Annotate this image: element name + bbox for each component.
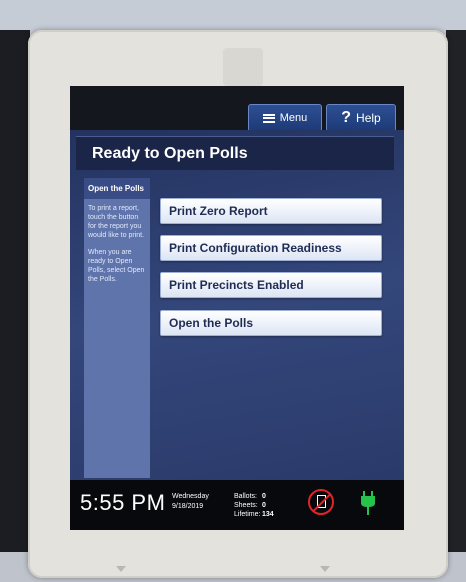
- lifetime-counter: Lifetime: 134: [234, 511, 274, 518]
- device-casing-left: [0, 30, 30, 582]
- instruction-panel: Open the Polls To print a report, touch …: [84, 178, 150, 478]
- top-bar: Menu ? Help: [70, 86, 404, 132]
- device-casing-right: [446, 30, 466, 582]
- date-display: Wednesday 9/18/2019: [172, 492, 209, 512]
- day-label: Wednesday: [172, 493, 209, 500]
- print-configuration-readiness-button[interactable]: Print Configuration Readiness: [160, 235, 382, 261]
- question-mark-icon: ?: [341, 109, 352, 126]
- sheets-counter: Sheets: 0: [234, 502, 266, 509]
- instruction-text: To print a report, touch the button for …: [88, 205, 145, 239]
- menu-label: Menu: [279, 112, 308, 124]
- plug-icon: [361, 491, 375, 515]
- print-precincts-enabled-button[interactable]: Print Precincts Enabled: [160, 272, 382, 298]
- page-title: Ready to Open Polls: [76, 136, 394, 170]
- bezel-marker: [116, 566, 126, 572]
- instruction-text: When you are ready to Open Polls, select…: [88, 249, 145, 283]
- no-paper-icon: [308, 489, 334, 515]
- help-button[interactable]: ? Help: [326, 104, 396, 132]
- status-bar: 5:55 PM Wednesday 9/18/2019 Ballots: 0 Sh…: [70, 480, 404, 530]
- ballots-counter: Ballots: 0: [234, 493, 266, 500]
- help-label: Help: [356, 111, 381, 125]
- ballot-counters: Ballots: 0 Sheets: 0 Lifetime: 134: [234, 492, 274, 519]
- menu-button[interactable]: Menu: [248, 104, 322, 132]
- print-zero-report-button[interactable]: Print Zero Report: [160, 198, 382, 224]
- main-content: Ready to Open Polls Open the Polls To pr…: [70, 130, 404, 480]
- hamburger-icon: [262, 113, 275, 123]
- touch-screen: Menu ? Help Ready to Open Polls Open the…: [70, 86, 404, 530]
- instruction-heading: Open the Polls: [84, 178, 150, 199]
- clock: 5:55 PM: [80, 490, 166, 515]
- bezel-logo-recess: [223, 48, 263, 86]
- bezel-marker: [320, 566, 330, 572]
- open-the-polls-button[interactable]: Open the Polls: [160, 310, 382, 336]
- date-label: 9/18/2019: [172, 503, 204, 510]
